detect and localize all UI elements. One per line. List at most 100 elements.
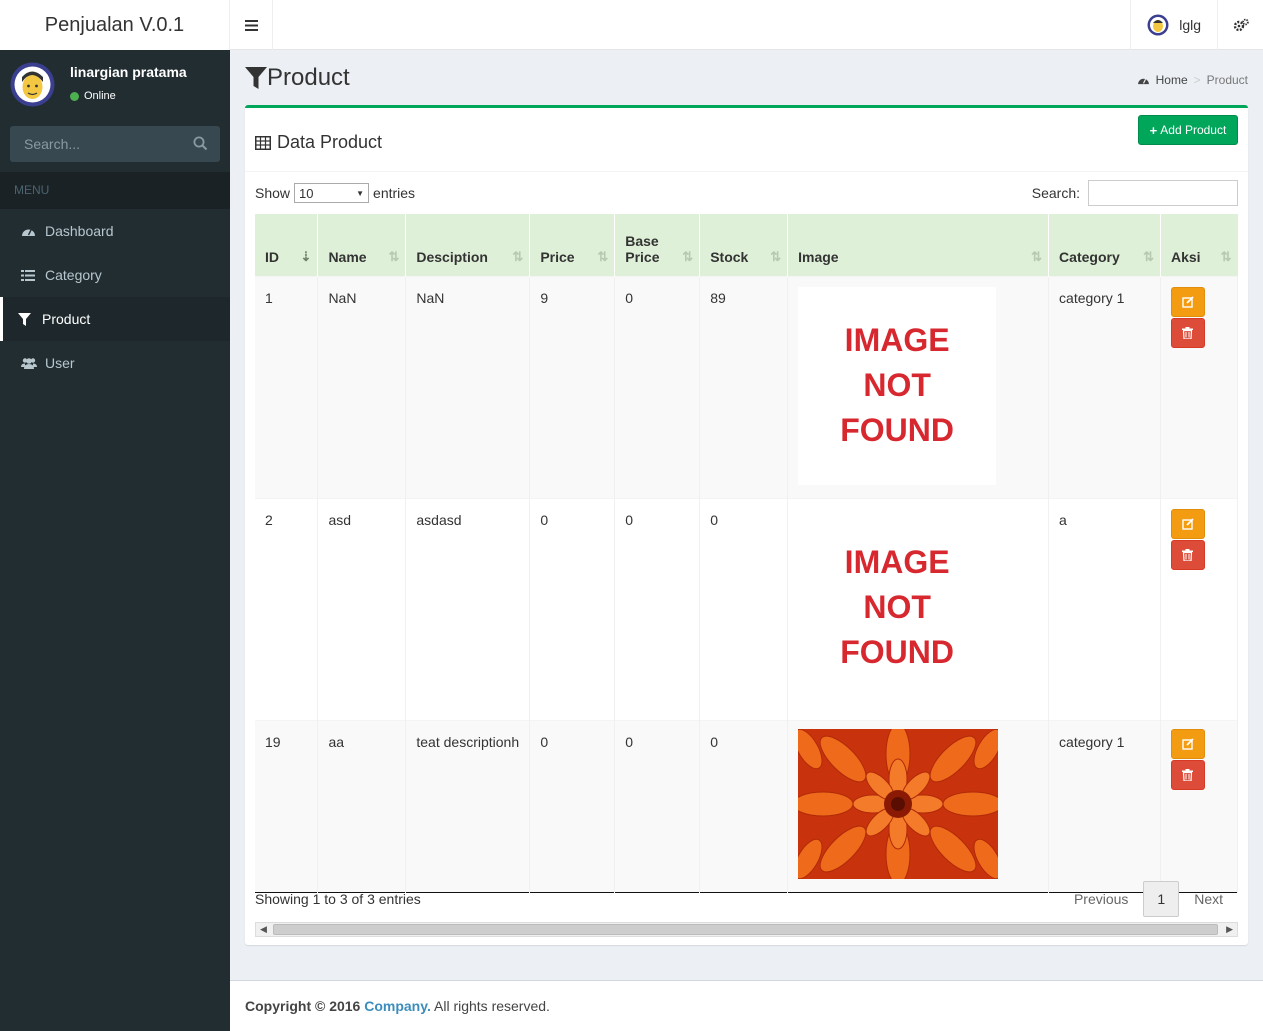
user-status: Online xyxy=(70,90,116,102)
cell-description: NaN xyxy=(405,275,531,498)
delete-button[interactable] xyxy=(1170,759,1205,790)
cell-image: IMAGE NOT FOUND xyxy=(787,275,1050,498)
sidebar-item-label: User xyxy=(45,355,75,371)
add-product-button[interactable]: + Add Product xyxy=(1138,115,1238,145)
avatar xyxy=(1147,14,1169,36)
sidebar-item-label: Dashboard xyxy=(45,223,114,239)
table-search: Search: xyxy=(1032,180,1238,206)
cell-actions xyxy=(1160,497,1239,720)
column-header-aksi[interactable]: Aksi ⇅ xyxy=(1160,214,1237,276)
column-header-name[interactable]: Name ⇅ xyxy=(317,214,407,276)
entries-select[interactable]: 10 ▼ xyxy=(294,183,370,203)
edit-icon xyxy=(1182,517,1194,530)
copyright-text: Copyright © 2016 Company. xyxy=(245,998,431,1014)
cell-name: asd xyxy=(317,497,407,720)
column-header-image[interactable]: Image ⇅ xyxy=(787,214,1050,276)
cell-price: 0 xyxy=(529,497,616,720)
box-title-text: Data Product xyxy=(277,132,383,152)
settings-button[interactable] xyxy=(1217,0,1263,50)
breadcrumb-home[interactable]: Home xyxy=(1156,73,1188,87)
table-info: Showing 1 to 3 of 3 entries xyxy=(255,891,421,907)
sidebar-toggle-button[interactable] xyxy=(230,0,273,50)
breadcrumb-separator: > xyxy=(1193,73,1201,87)
sidebar-item-user[interactable]: User xyxy=(0,341,230,385)
entries-value: 10 xyxy=(299,185,314,201)
entries-length: Show 10 ▼ entries xyxy=(255,183,415,203)
table-search-input[interactable] xyxy=(1088,180,1238,206)
trash-icon xyxy=(1182,768,1194,781)
scrollbar-thumb[interactable] xyxy=(273,924,1218,935)
menu-header: MENU xyxy=(0,172,230,209)
cell-price: 0 xyxy=(529,719,616,892)
cell-actions xyxy=(1160,275,1239,498)
delete-button[interactable] xyxy=(1170,317,1205,348)
horizontal-scrollbar[interactable]: ◀ ▶ xyxy=(255,922,1238,937)
table-header-row: ID ⇣ Name ⇅ Desciption ⇅ Price ⇅ Base Price ⇅ … xyxy=(255,214,1238,276)
edit-button[interactable] xyxy=(1170,728,1205,759)
sort-icon: ⇅ xyxy=(388,248,400,264)
sidebar-search-input[interactable] xyxy=(10,136,180,152)
column-header-id[interactable]: ID ⇣ xyxy=(255,214,319,276)
sidebar-menu: Dashboard Category Product User xyxy=(0,209,230,385)
column-header-description[interactable]: Desciption ⇅ xyxy=(405,214,531,276)
cell-base-price: 0 xyxy=(614,497,701,720)
cell-stock: 0 xyxy=(699,719,789,892)
gears-icon xyxy=(1233,18,1249,32)
cell-actions xyxy=(1160,719,1239,892)
cell-category: category 1 xyxy=(1048,719,1161,892)
sidebar: linargian pratama Online MENU Dashboard … xyxy=(0,50,230,1031)
edit-icon xyxy=(1182,295,1194,308)
breadcrumb: Home > Product xyxy=(1137,73,1248,87)
product-table: ID ⇣ Name ⇅ Desciption ⇅ Price ⇅ Base Price ⇅ … xyxy=(255,214,1239,893)
trash-icon xyxy=(1182,548,1194,561)
search-icon[interactable] xyxy=(193,136,208,151)
column-header-price[interactable]: Price ⇅ xyxy=(529,214,616,276)
page-button[interactable]: 1 xyxy=(1143,881,1180,917)
column-header-stock[interactable]: Stock ⇅ xyxy=(699,214,789,276)
sidebar-item-dashboard[interactable]: Dashboard xyxy=(0,209,230,253)
table-row: 2 asd asdasd 0 0 0 IMAGE NOT FOUND a xyxy=(255,497,1239,720)
product-box: Data Product + Add Product Show 10 ▼ ent… xyxy=(245,105,1248,945)
cell-id: 1 xyxy=(255,275,319,498)
sidebar-item-product[interactable]: Product xyxy=(0,297,230,341)
delete-button[interactable] xyxy=(1170,539,1205,570)
sort-asc-icon: ⇣ xyxy=(300,248,312,264)
column-header-category[interactable]: Category ⇅ xyxy=(1048,214,1161,276)
image-not-found: IMAGE NOT FOUND xyxy=(798,286,997,485)
dashboard-icon xyxy=(21,225,45,237)
user-menu[interactable]: lglg xyxy=(1130,0,1217,50)
edit-icon xyxy=(1182,737,1194,750)
next-button[interactable]: Next xyxy=(1179,881,1238,917)
status-label: Online xyxy=(84,90,116,102)
sidebar-item-label: Product xyxy=(42,311,91,327)
footer: Copyright © 2016 Company. All rights res… xyxy=(230,980,1263,1031)
show-label: Show xyxy=(255,185,291,201)
cell-description: asdasd xyxy=(405,497,531,720)
cell-price: 9 xyxy=(529,275,616,498)
cell-stock: 0 xyxy=(699,497,789,720)
sidebar-item-label: Category xyxy=(45,267,102,283)
cell-name: aa xyxy=(317,719,407,892)
hamburger-icon xyxy=(244,19,258,31)
sidebar-item-category[interactable]: Category xyxy=(0,253,230,297)
app-logo[interactable]: Penjualan V.0.1 xyxy=(0,0,230,50)
scroll-right-icon[interactable]: ▶ xyxy=(1226,923,1233,936)
users-icon xyxy=(21,357,45,369)
company-link[interactable]: Company. xyxy=(364,998,431,1014)
cell-name: NaN xyxy=(317,275,407,498)
previous-button[interactable]: Previous xyxy=(1059,881,1143,917)
column-header-base-price[interactable]: Base Price ⇅ xyxy=(614,214,701,276)
user-avatar xyxy=(10,62,55,107)
page-title: Product xyxy=(245,64,350,92)
scroll-left-icon[interactable]: ◀ xyxy=(260,923,267,936)
flower-image xyxy=(798,728,999,879)
cell-stock: 89 xyxy=(699,275,789,498)
user-panel: linargian pratama Online xyxy=(0,50,230,120)
cell-id: 2 xyxy=(255,497,319,720)
pagination: Previous 1 Next xyxy=(1059,881,1238,917)
edit-button[interactable] xyxy=(1170,508,1205,539)
cell-base-price: 0 xyxy=(614,275,701,498)
edit-button[interactable] xyxy=(1170,286,1205,317)
table-icon xyxy=(255,135,271,150)
username-label: lglg xyxy=(1179,17,1201,33)
